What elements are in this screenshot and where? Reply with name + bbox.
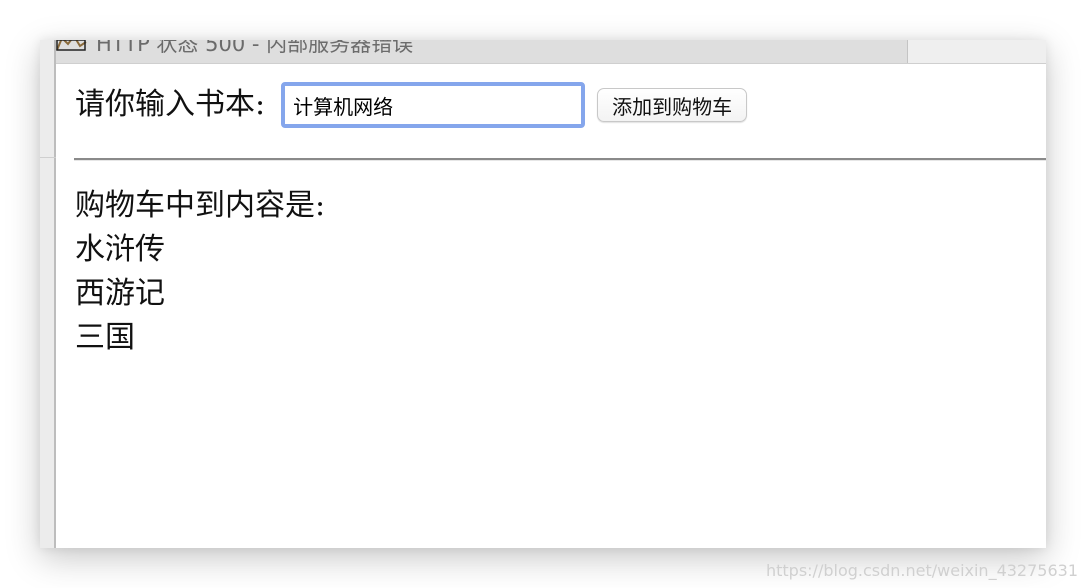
book-input-label: 请你输入书本: — [75, 87, 266, 122]
left-edge-divider — [40, 157, 56, 158]
watermark: https://blog.csdn.net/weixin_43275631 — [765, 561, 1078, 580]
tab-bar: HTTP 状态 500 - 内部服务器错误 — [56, 40, 1046, 64]
horizontal-rule — [74, 158, 1046, 161]
add-to-cart-button[interactable]: 添加到购物车 — [597, 88, 748, 122]
cart-item: 西游记 — [75, 276, 165, 311]
browser-tab[interactable]: HTTP 状态 500 - 内部服务器错误 — [56, 40, 908, 63]
book-input[interactable] — [281, 82, 586, 128]
page-content: 请你输入书本: 添加到购物车 购物车中到内容是: 水浒传 西游记 三国 — [58, 64, 1046, 548]
screenshot: HTTP 状态 500 - 内部服务器错误 请你输入书本: 添加到购物车 购物车… — [0, 0, 1086, 588]
window-left-edge — [40, 40, 56, 548]
cart-item: 水浒传 — [75, 232, 165, 267]
browser-window: HTTP 状态 500 - 内部服务器错误 请你输入书本: 添加到购物车 购物车… — [40, 40, 1046, 548]
cart-contents: 购物车中到内容是: 水浒传 西游记 三国 — [75, 184, 975, 360]
tab-title: HTTP 状态 500 - 内部服务器错误 — [96, 40, 414, 56]
tomcat-cat-icon — [56, 40, 88, 52]
add-book-form: 请你输入书本: 添加到购物车 — [75, 80, 748, 130]
cart-heading: 购物车中到内容是: — [75, 188, 326, 223]
cart-item: 三国 — [75, 320, 135, 355]
tab-bar-empty-area — [908, 40, 1046, 63]
